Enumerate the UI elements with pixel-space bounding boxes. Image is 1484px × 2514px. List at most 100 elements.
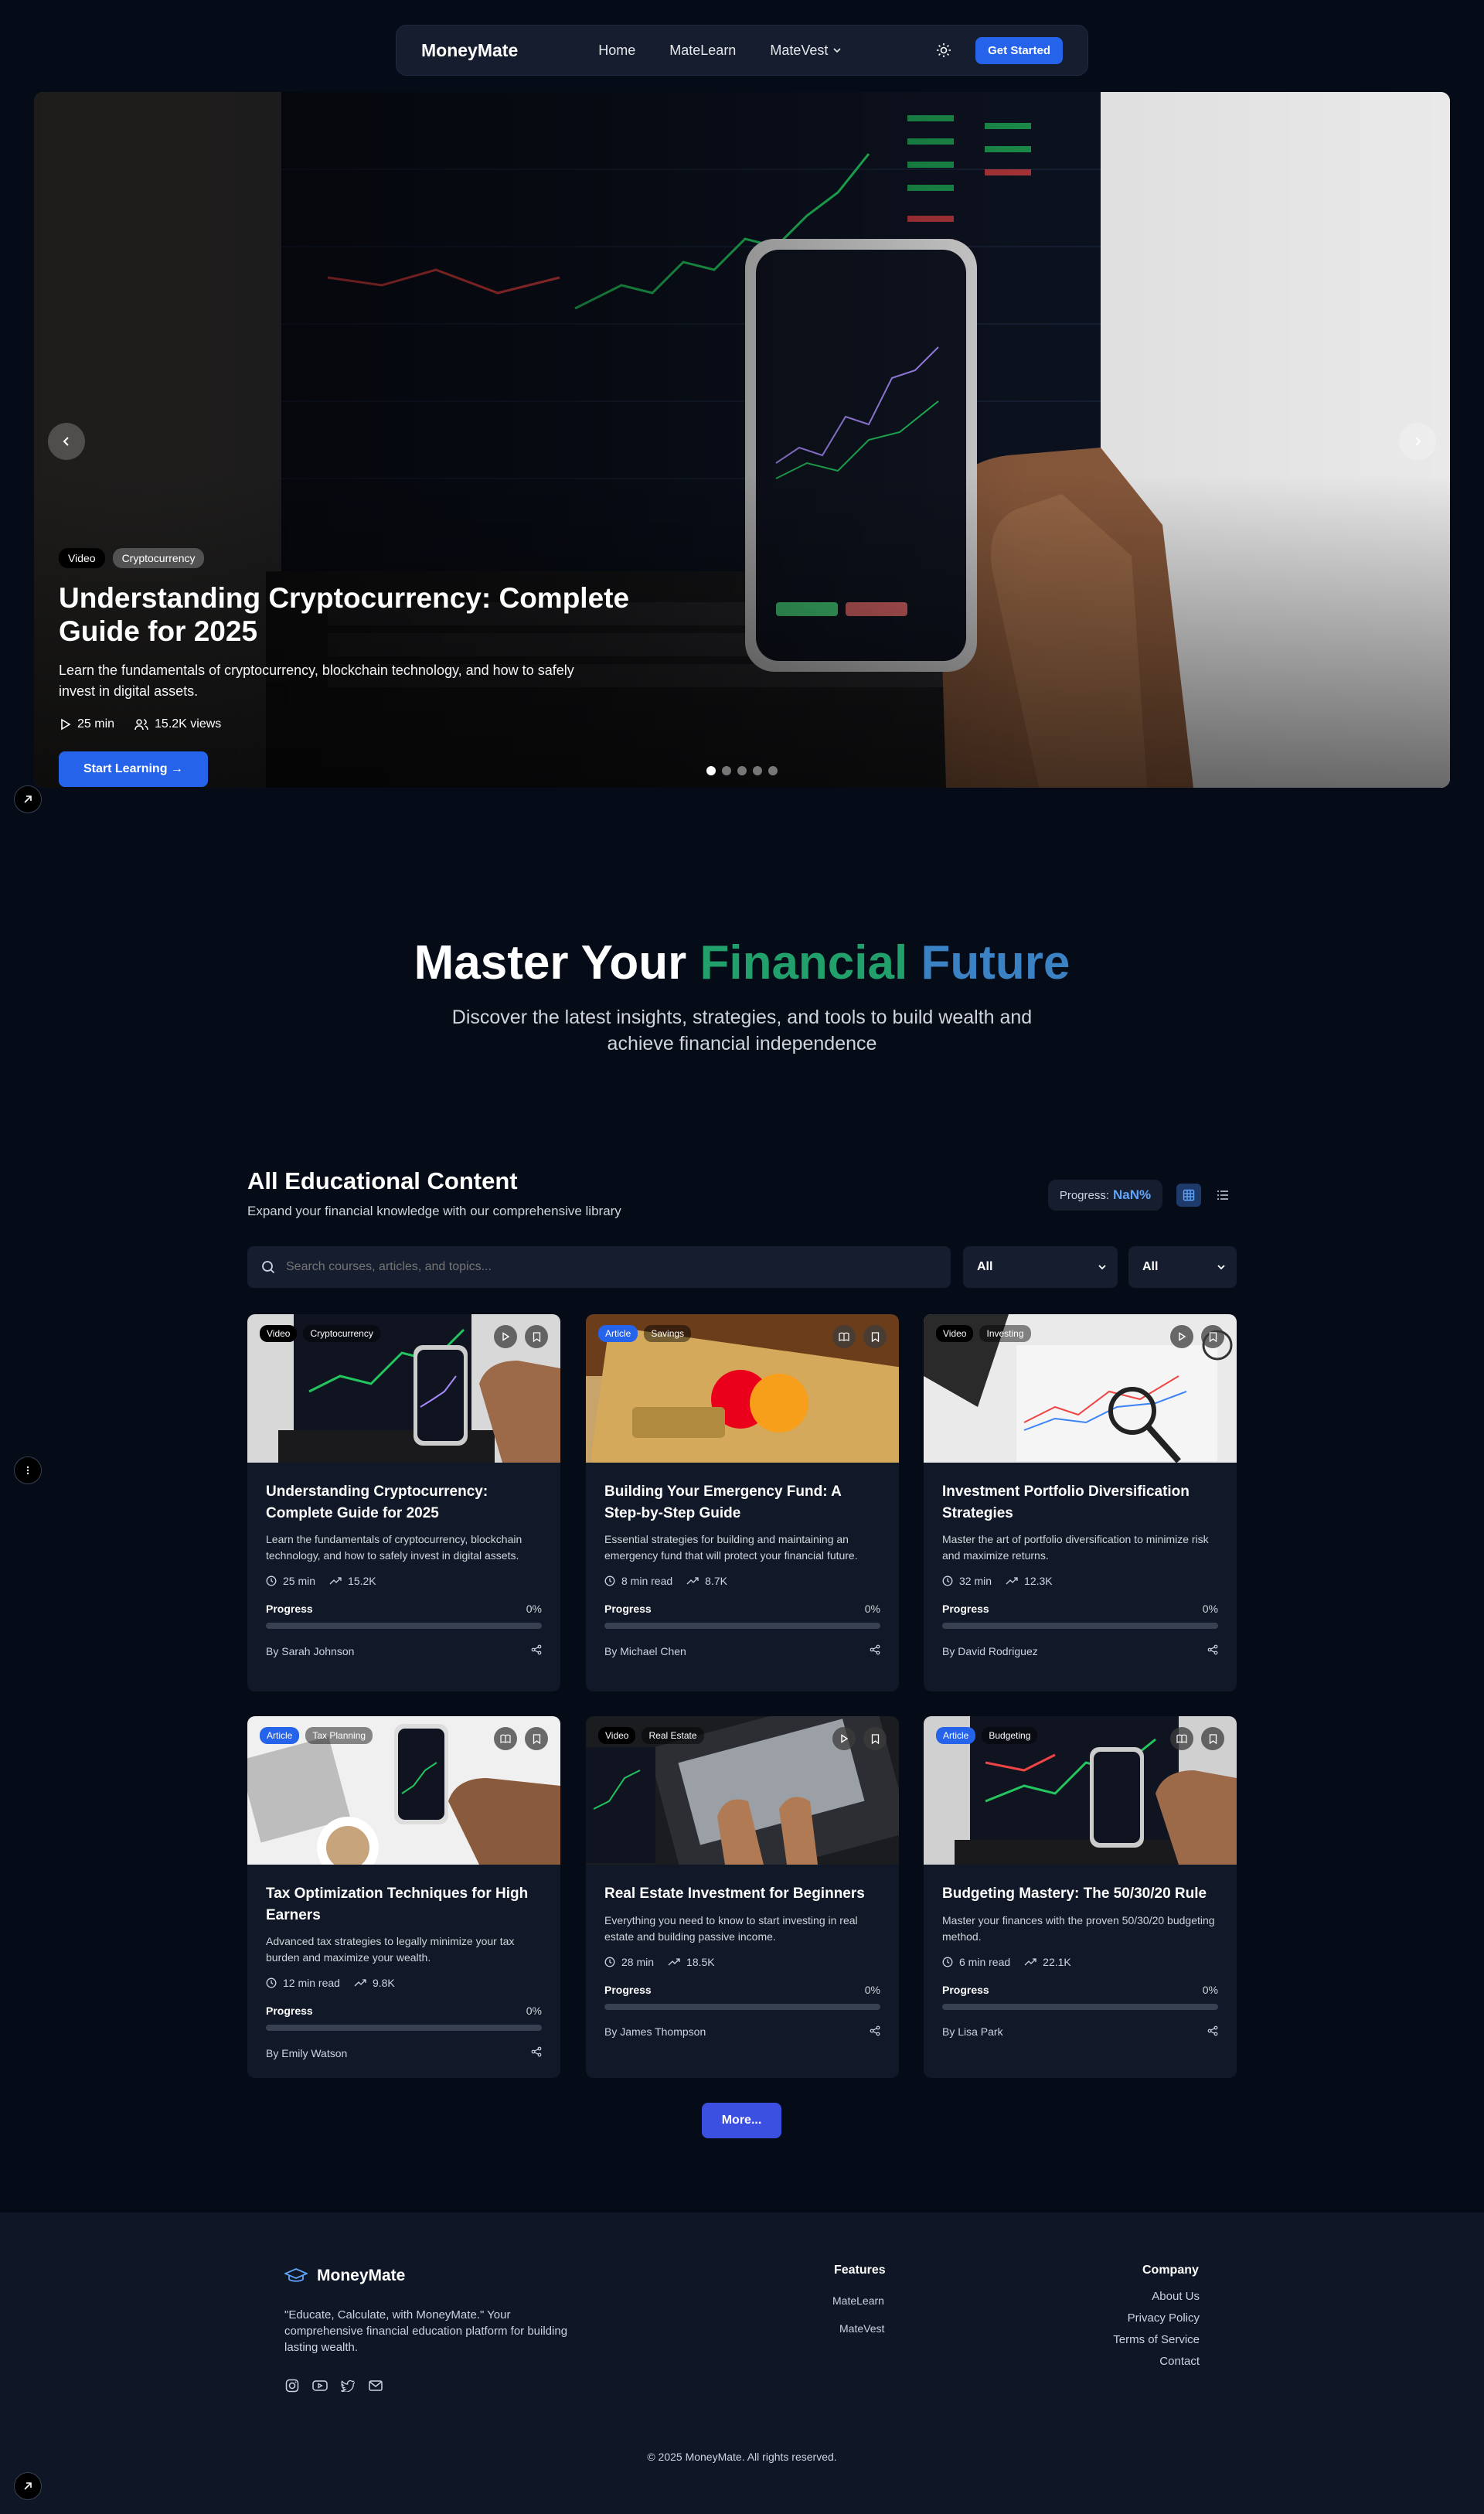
bookmark-button[interactable] [1201, 1727, 1224, 1750]
content-card[interactable]: Article Budgeting Budgeting Mastery: The… [924, 1716, 1237, 2078]
card-type-badge: Video [598, 1727, 636, 1744]
play-button[interactable] [832, 1727, 856, 1750]
card-title[interactable]: Tax Optimization Techniques for High Ear… [266, 1883, 542, 1926]
read-button[interactable] [1170, 1727, 1193, 1750]
share-icon [531, 2046, 542, 2057]
footer-link-privacy[interactable]: Privacy Policy [1128, 2311, 1200, 2325]
start-learning-button[interactable]: Start Learning → [59, 751, 208, 788]
book-open-icon [839, 1332, 849, 1341]
nav-link-home[interactable]: Home [598, 43, 635, 59]
hero-carousel: Video Cryptocurrency Understanding Crypt… [34, 92, 1450, 788]
play-button[interactable] [1170, 1325, 1193, 1348]
footer-link-matelearn[interactable]: MateLearn [832, 2294, 884, 2307]
graduation-cap-icon [284, 2268, 308, 2282]
share-button[interactable] [1207, 1644, 1218, 1657]
carousel-next-button[interactable] [1399, 423, 1436, 460]
trending-up-icon [686, 1577, 699, 1585]
card-duration: 28 min [604, 1956, 654, 1968]
list-view-button[interactable] [1210, 1184, 1235, 1207]
scroll-top-button[interactable] [14, 785, 42, 813]
card-title[interactable]: Building Your Emergency Fund: A Step-by-… [604, 1481, 880, 1524]
arrow-up-icon [24, 2482, 32, 2490]
footer-link-contact[interactable]: Contact [1159, 2355, 1200, 2368]
card-type-badge: Article [598, 1325, 638, 1342]
content-card[interactable]: Video Investing Investment Portfolio Div… [924, 1314, 1237, 1691]
nav-link-matevest[interactable]: MateVest [770, 43, 842, 59]
twitter-icon[interactable] [340, 2378, 356, 2393]
chevron-down-icon [833, 48, 841, 53]
card-progress-value: 0% [526, 2005, 542, 2018]
card-title[interactable]: Real Estate Investment for Beginners [604, 1883, 880, 1905]
chevron-down-icon [1098, 1265, 1106, 1270]
trending-up-icon [354, 1979, 366, 1987]
carousel-dot[interactable] [753, 766, 762, 775]
bookmark-button[interactable] [863, 1727, 887, 1750]
search-input[interactable] [286, 1260, 920, 1274]
chevron-down-icon [1217, 1265, 1225, 1270]
footer-link-matevest[interactable]: MateVest [839, 2322, 884, 2335]
bookmark-icon [533, 1331, 540, 1342]
card-progress-value: 0% [526, 1603, 542, 1616]
get-started-button[interactable]: Get Started [975, 36, 1063, 64]
carousel-dot[interactable] [722, 766, 731, 775]
share-button[interactable] [870, 1644, 880, 1657]
carousel-dot[interactable] [737, 766, 747, 775]
content-card[interactable]: Article Savings Building Your Emergency … [586, 1314, 899, 1691]
clock-icon [604, 1576, 615, 1586]
bookmark-button[interactable] [525, 1727, 548, 1750]
card-views-text: 22.1K [1043, 1955, 1071, 1968]
content-card[interactable]: Video Cryptocurrency Understanding Crypt… [247, 1314, 560, 1691]
footer-description: "Educate, Calculate, with MoneyMate." Yo… [284, 2308, 568, 2354]
brand-logo[interactable]: MoneyMate [421, 40, 518, 61]
content-card[interactable]: Article Tax Planning Tax Optimization Te… [247, 1716, 560, 2078]
carousel-prev-button[interactable] [48, 423, 85, 460]
card-progress-label: Progress [604, 1983, 652, 1996]
card-progress-bar [266, 2025, 542, 2032]
content-card[interactable]: Video Real Estate Real Estate Investment… [586, 1716, 899, 2078]
card-progress-label: Progress [942, 1983, 989, 1996]
clock-icon [266, 1576, 277, 1586]
instagram-icon[interactable] [284, 2378, 300, 2393]
share-button[interactable] [870, 2025, 880, 2039]
play-button[interactable] [494, 1325, 517, 1348]
youtube-icon[interactable] [312, 2378, 328, 2393]
card-views: 18.5K [668, 1956, 715, 1968]
chevron-left-icon [63, 437, 69, 446]
mail-icon[interactable] [368, 2378, 383, 2393]
carousel-dot[interactable] [768, 766, 778, 775]
more-options-button[interactable] [14, 1456, 42, 1484]
share-button[interactable] [531, 1644, 542, 1657]
card-description: Essential strategies for building and ma… [604, 1533, 858, 1562]
progress-value: NaN% [1113, 1187, 1152, 1202]
card-progress-value: 0% [1202, 1603, 1218, 1616]
footer-link-terms[interactable]: Terms of Service [1113, 2333, 1200, 2346]
card-title[interactable]: Understanding Cryptocurrency: Complete G… [266, 1481, 542, 1524]
share-button[interactable] [1207, 2025, 1218, 2039]
type-filter-select[interactable]: All [963, 1246, 1118, 1288]
category-filter-select[interactable]: All [1128, 1246, 1237, 1288]
card-author: By Sarah Johnson [266, 1644, 355, 1657]
scroll-top-button-bottom[interactable] [14, 2472, 42, 2500]
footer-link-about[interactable]: About Us [1152, 2290, 1200, 2303]
grid-view-button[interactable] [1176, 1184, 1201, 1207]
hero-title: Understanding Cryptocurrency: Complete G… [59, 582, 630, 647]
category-filter-value: All [1142, 1260, 1159, 1273]
bookmark-button[interactable] [525, 1325, 548, 1348]
search-icon [262, 1261, 275, 1274]
more-button[interactable]: More... [702, 2103, 781, 2138]
share-button[interactable] [531, 2046, 542, 2059]
carousel-dot[interactable] [706, 766, 716, 775]
bookmark-button[interactable] [863, 1325, 887, 1348]
read-button[interactable] [832, 1325, 856, 1348]
footer-brand[interactable]: MoneyMate [284, 2267, 405, 2285]
page-subtitle: Discover the latest insights, strategies… [451, 1007, 1033, 1054]
book-open-icon [500, 1734, 511, 1743]
bookmark-button[interactable] [1201, 1325, 1224, 1348]
card-title[interactable]: Investment Portfolio Diversification Str… [942, 1481, 1218, 1524]
trending-up-icon [1024, 1957, 1036, 1966]
sun-icon[interactable] [935, 42, 952, 59]
card-title[interactable]: Budgeting Mastery: The 50/30/20 Rule [942, 1883, 1218, 1905]
card-duration: 25 min [266, 1575, 315, 1587]
read-button[interactable] [494, 1727, 517, 1750]
nav-link-matelearn[interactable]: MateLearn [669, 43, 736, 59]
